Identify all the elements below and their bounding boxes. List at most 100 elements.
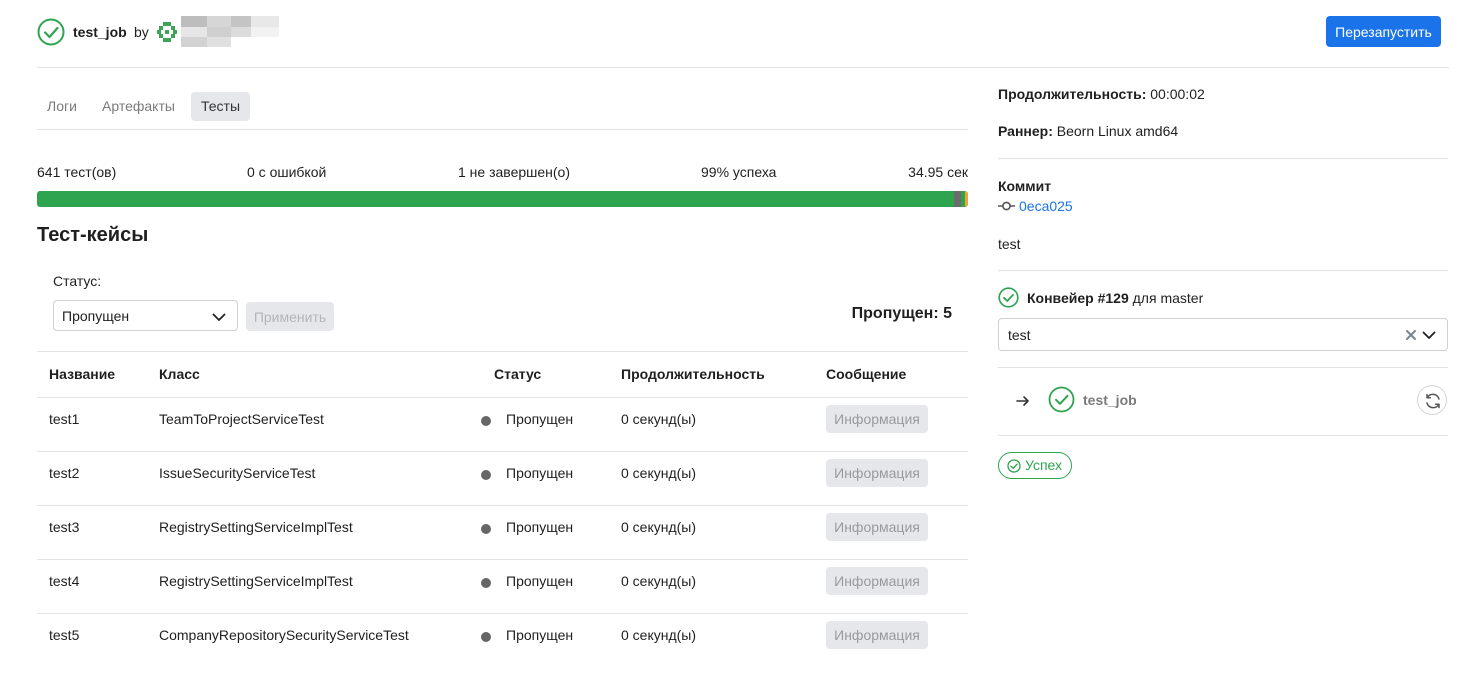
summary-unfinished: 1 не завершен(о) <box>458 164 570 180</box>
test-class: RegistrySettingServiceImplTest <box>159 573 353 589</box>
chevron-down-icon <box>212 313 226 321</box>
tab-tests[interactable]: Тесты <box>191 92 251 121</box>
test-name: test5 <box>49 627 80 643</box>
commit-hash-link[interactable]: 0eca025 <box>1019 198 1073 214</box>
progress-unfinished-segment <box>965 191 968 207</box>
column-header-class[interactable]: Класс <box>159 366 200 382</box>
table-row: test3 RegistrySettingServiceImplTest Про… <box>37 506 968 560</box>
test-class: IssueSecurityServiceTest <box>159 465 316 481</box>
test-duration: 0 секунд(ы) <box>621 519 697 535</box>
test-status: Пропущен <box>506 573 574 589</box>
test-name: test2 <box>49 465 80 481</box>
status-filter-value: Пропущен <box>62 308 130 324</box>
column-header-duration[interactable]: Продолжительность <box>621 366 765 382</box>
retry-icon <box>1426 393 1440 409</box>
pipeline-branch: для master <box>1132 290 1204 306</box>
info-button[interactable]: Информация <box>826 405 928 433</box>
column-header-name[interactable]: Название <box>49 366 115 382</box>
duration-label: Продолжительность: <box>998 86 1147 102</box>
stage-select[interactable]: test <box>998 318 1448 351</box>
check-circle-icon <box>1007 458 1021 473</box>
duration-info: Продолжительность: 00:00:02 <box>998 86 1205 102</box>
status-dot <box>481 632 491 642</box>
test-duration: 0 секунд(ы) <box>621 411 697 427</box>
summary-total: 641 тест(ов) <box>37 164 117 180</box>
column-header-message[interactable]: Сообщение <box>826 366 906 382</box>
runner-label: Раннер: <box>998 123 1053 139</box>
summary-success-rate: 99% успеха <box>701 164 777 180</box>
duration-value: 00:00:02 <box>1150 86 1205 102</box>
commit-message: test <box>998 236 1021 252</box>
runner-info: Раннер: Beorn Linux amd64 <box>998 123 1178 139</box>
test-class: CompanyRepositorySecurityServiceTest <box>159 627 409 643</box>
info-button[interactable]: Информация <box>826 567 928 595</box>
status-badge-label: Успех <box>1025 457 1063 473</box>
commit-label: Коммит <box>998 178 1052 194</box>
chevron-down-icon[interactable] <box>1421 327 1437 343</box>
commit-icon <box>998 201 1015 211</box>
column-header-status[interactable]: Статус <box>494 366 541 382</box>
test-summary: 641 тест(ов) 0 с ошибкой 1 не завершен(о… <box>37 164 968 182</box>
summary-errors: 0 с ошибкой <box>247 164 327 180</box>
job-header: test_job by Перезапустить <box>37 16 1441 56</box>
stage-value: test <box>1008 327 1031 343</box>
status-dot <box>481 470 491 480</box>
test-cases-table: Название Класс Статус Продолжительность … <box>37 351 968 668</box>
info-button[interactable]: Информация <box>826 513 928 541</box>
test-status: Пропущен <box>506 519 574 535</box>
test-class: RegistrySettingServiceImplTest <box>159 519 353 535</box>
status-filter-label: Статус: <box>53 273 102 289</box>
sidebar-divider <box>998 435 1448 436</box>
user-name-redacted <box>181 16 279 48</box>
sidebar-divider <box>998 270 1448 271</box>
tab-artifacts[interactable]: Артефакты <box>92 92 185 121</box>
job-sidebar: Продолжительность: 00:00:02 Раннер: Beor… <box>998 68 1448 680</box>
test-duration: 0 секунд(ы) <box>621 465 697 481</box>
table-row: test1 TeamToProjectServiceTest Пропущен … <box>37 398 968 452</box>
job-title: test_job <box>73 24 127 40</box>
pipeline-info: Конвейер #129 для master <box>1027 290 1203 306</box>
close-icon[interactable] <box>1405 329 1417 341</box>
table-row: test2 IssueSecurityServiceTest Пропущен … <box>37 452 968 506</box>
table-row: test5 CompanyRepositorySecurityServiceTe… <box>37 614 968 668</box>
test-status: Пропущен <box>506 411 574 427</box>
info-button[interactable]: Информация <box>826 459 928 487</box>
test-progress-bar <box>37 191 968 207</box>
status-filter-select[interactable]: Пропущен <box>53 300 238 331</box>
skipped-count: Пропущен: 5 <box>851 305 952 322</box>
tab-logs[interactable]: Логи <box>37 92 87 121</box>
section-title: Тест-кейсы <box>37 224 149 246</box>
test-duration: 0 секунд(ы) <box>621 573 697 589</box>
by-label: by <box>134 24 149 40</box>
test-duration: 0 секунд(ы) <box>621 627 697 643</box>
summary-duration: 34.95 сек <box>908 164 968 180</box>
test-name: test4 <box>49 573 80 589</box>
progress-skipped-segment <box>954 191 961 207</box>
test-status: Пропущен <box>506 627 574 643</box>
test-name: test3 <box>49 519 80 535</box>
pipeline-link[interactable]: Конвейер #129 <box>1027 290 1129 306</box>
sidebar-divider <box>998 158 1448 159</box>
status-dot <box>481 524 491 534</box>
retry-button[interactable] <box>1417 385 1447 415</box>
info-button[interactable]: Информация <box>826 621 928 649</box>
sidebar-divider <box>998 367 1448 368</box>
check-circle-icon <box>37 18 65 46</box>
table-header: Название Класс Статус Продолжительность … <box>37 352 968 398</box>
test-status: Пропущен <box>506 465 574 481</box>
status-dot <box>481 416 491 426</box>
table-row: test4 RegistrySettingServiceImplTest Про… <box>37 560 968 614</box>
runner-value: Beorn Linux amd64 <box>1056 123 1179 139</box>
apply-button[interactable]: Применить <box>246 302 334 331</box>
tab-bar: Логи Артефакты Тесты <box>37 91 968 130</box>
test-class: TeamToProjectServiceTest <box>159 411 324 427</box>
check-circle-icon <box>1048 386 1075 413</box>
avatar-icon[interactable] <box>157 22 177 42</box>
test-name: test1 <box>49 411 80 427</box>
status-dot <box>481 578 491 588</box>
restart-button[interactable]: Перезапустить <box>1326 16 1441 47</box>
arrow-right-icon <box>1016 396 1029 406</box>
job-row-link[interactable]: test_job <box>1083 392 1137 408</box>
check-circle-icon <box>998 287 1019 308</box>
status-badge: Успех <box>998 452 1073 479</box>
